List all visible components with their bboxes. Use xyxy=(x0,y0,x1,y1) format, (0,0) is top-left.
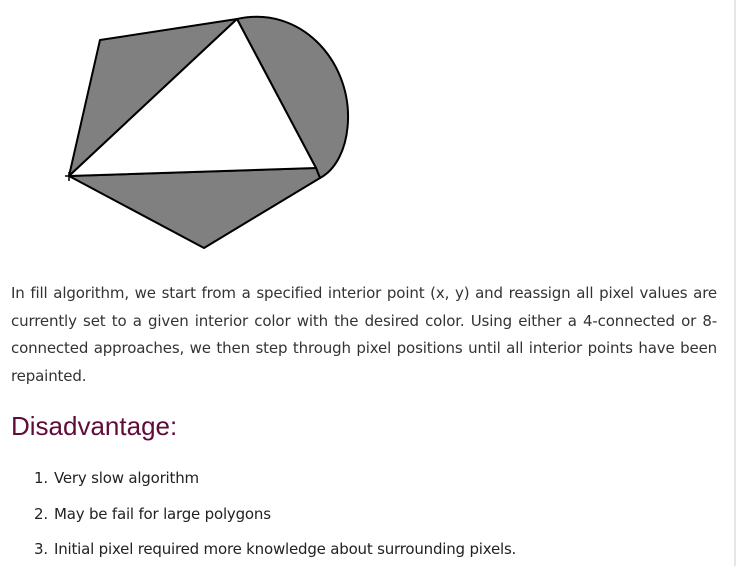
list-item-text: May be fail for large polygons xyxy=(54,504,271,523)
list-item-text: Very slow algorithm xyxy=(54,469,199,487)
list-item: 2. May be fail for large polygons xyxy=(0,498,516,534)
disadvantage-list: 1. Very slow algorithm 2. May be fail fo… xyxy=(0,462,516,569)
filled-region-bottom xyxy=(68,167,321,249)
list-item-number: 3. xyxy=(34,540,48,558)
flood-fill-figure xyxy=(0,0,380,260)
description-paragraph: In fill algorithm, we start from a speci… xyxy=(11,284,717,385)
list-item: 1. Very slow algorithm xyxy=(0,462,516,498)
list-item-text: Initial pixel required more knowledge ab… xyxy=(54,540,517,558)
list-item-number: 2. xyxy=(34,504,48,523)
disadvantage-heading: Disadvantage: xyxy=(11,411,178,441)
list-item: 3. Initial pixel required more knowledge… xyxy=(0,533,516,569)
list-item-number: 1. xyxy=(34,469,48,487)
polygon-diagram xyxy=(65,15,350,249)
